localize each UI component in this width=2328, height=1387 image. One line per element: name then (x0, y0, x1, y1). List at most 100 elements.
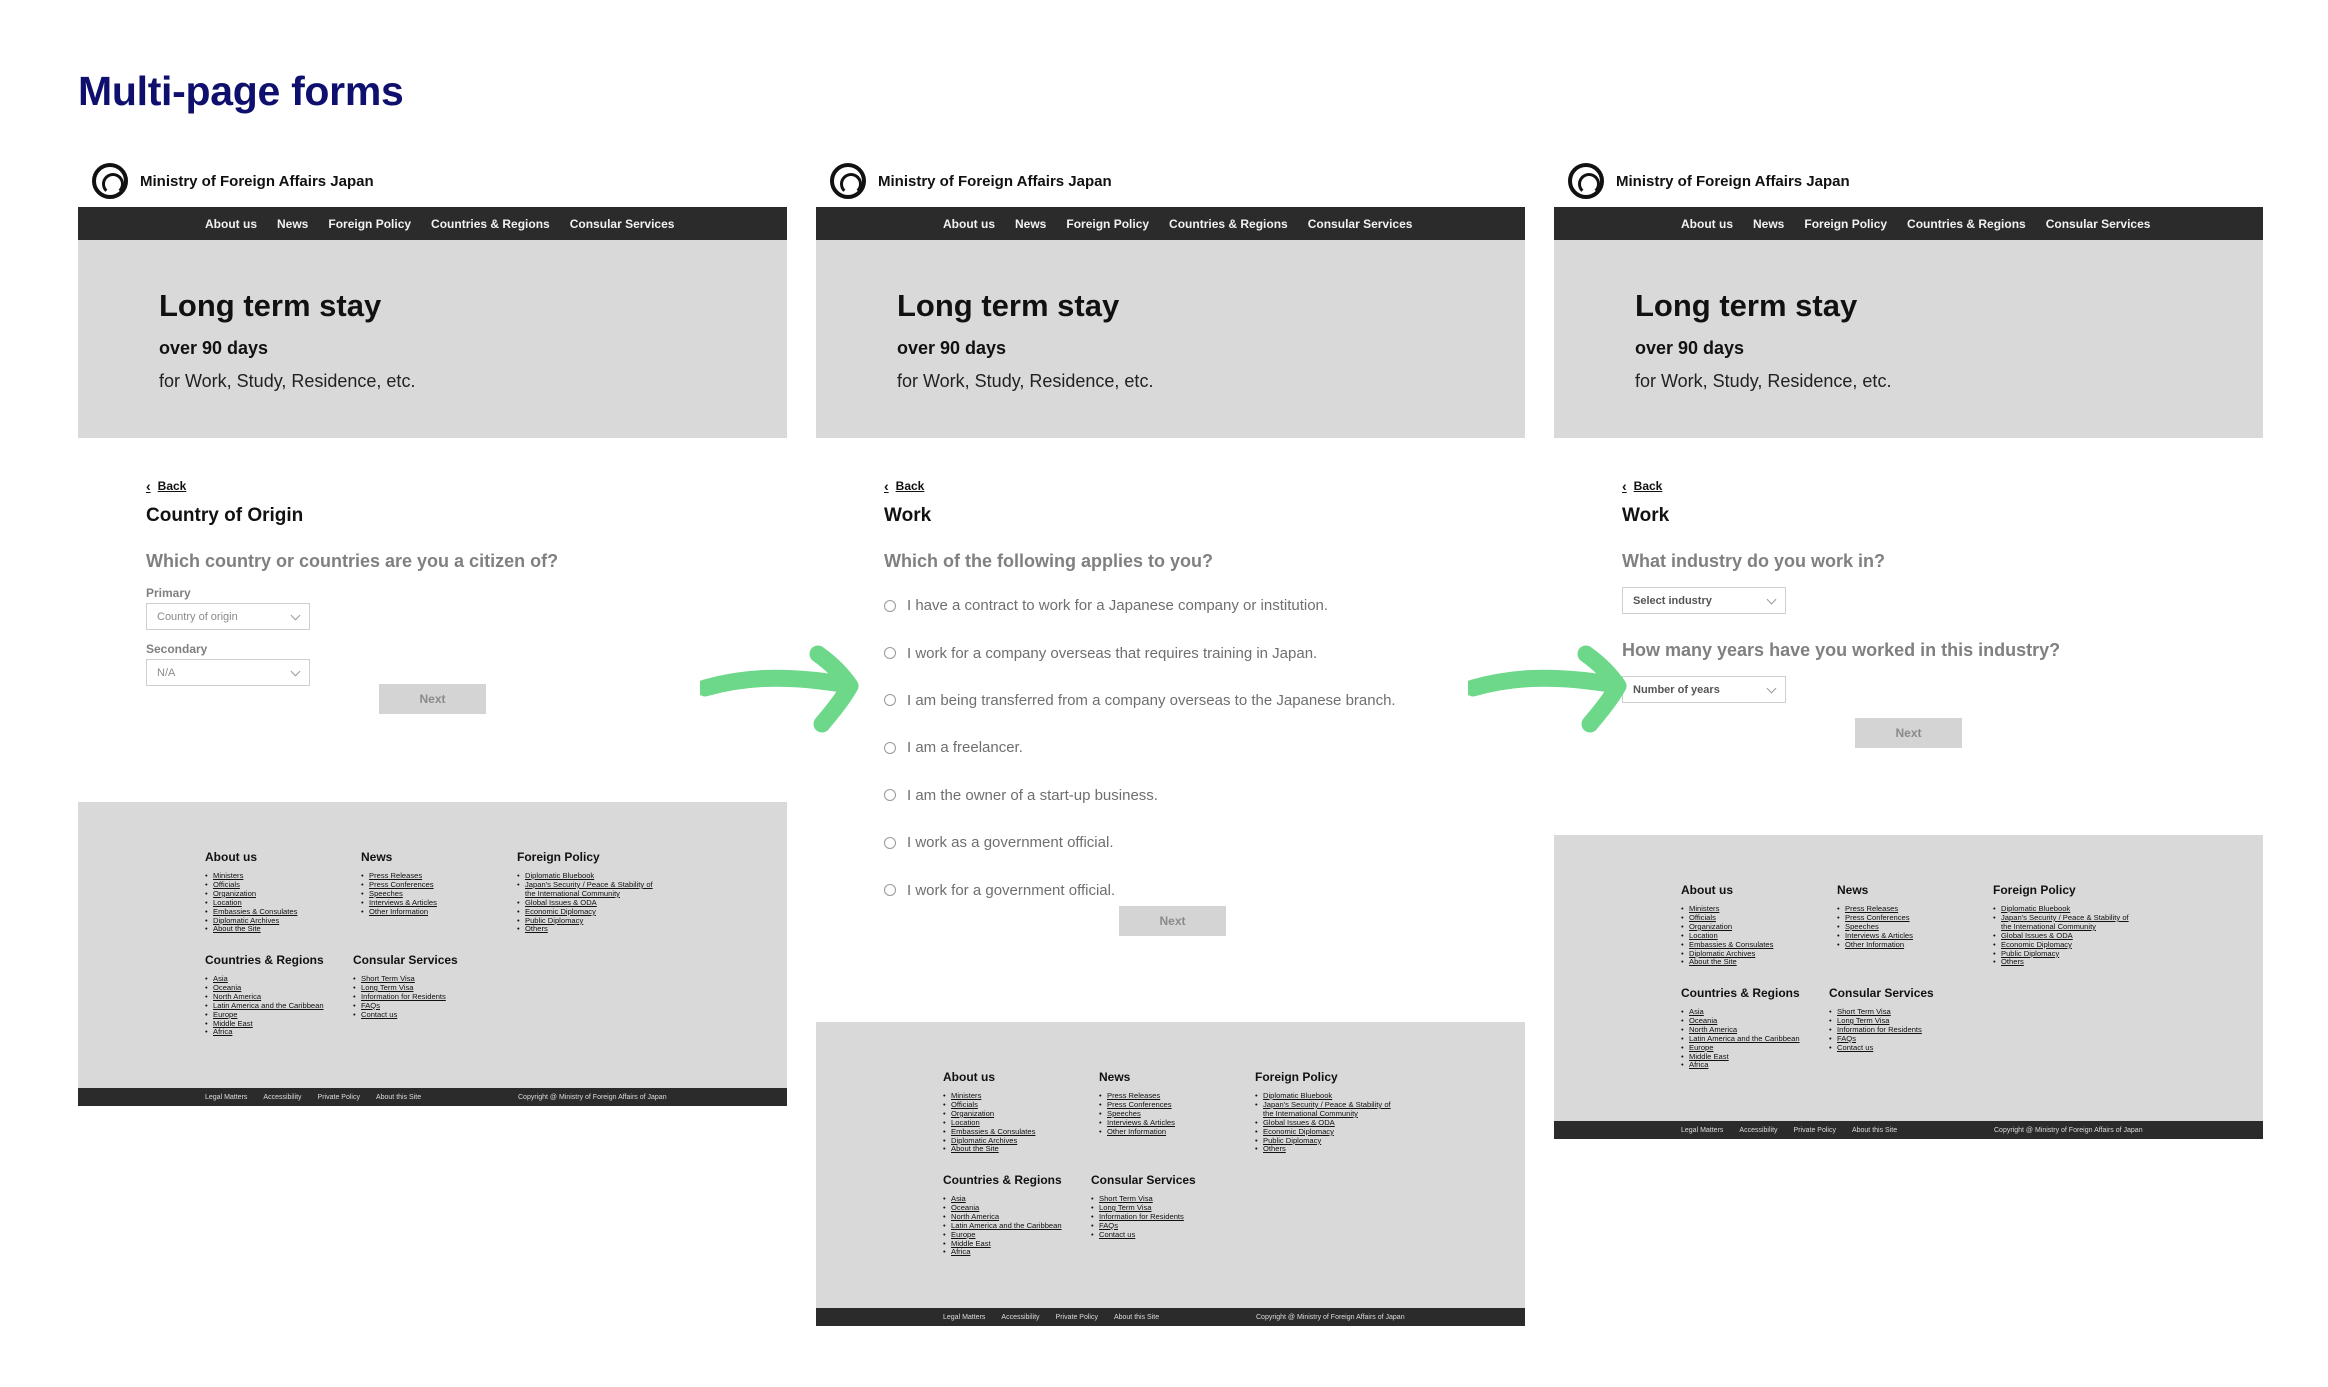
nav-item-news[interactable]: News (1015, 217, 1046, 231)
hero-banner: Long term stay over 90 days for Work, St… (78, 240, 787, 438)
footer-link[interactable]: Contact us (1829, 1043, 1934, 1053)
footer-heading: Consular Services (1091, 1173, 1196, 1187)
footer-link[interactable]: Others (1255, 1145, 1391, 1155)
footer-bottom-link[interactable]: Accessibility (263, 1094, 301, 1101)
form-content: ‹ Back Work Which of the following applie… (816, 438, 1525, 1022)
footer-link[interactable]: Others (517, 925, 653, 935)
radio-button[interactable] (884, 741, 896, 754)
radio-option[interactable]: I work for a company overseas that requi… (884, 629, 1525, 676)
hero-title: Long term stay (159, 288, 382, 323)
site-footer: About us Ministers Officials Organizatio… (816, 1022, 1525, 1326)
footer-link[interactable]: About the Site (205, 925, 297, 935)
nav-item-foreign-policy[interactable]: Foreign Policy (1066, 217, 1149, 231)
footer-bottom-link[interactable]: About this Site (1852, 1127, 1897, 1134)
radio-button[interactable] (884, 599, 896, 612)
footer-link[interactable]: Contact us (353, 1010, 458, 1020)
hero-description: for Work, Study, Residence, etc. (1635, 371, 1892, 391)
footer-bottom-link[interactable]: Private Policy (1794, 1127, 1836, 1134)
radio-option[interactable]: I am being transferred from a company ov… (884, 677, 1525, 724)
site-header: Ministry of Foreign Affairs Japan (1554, 155, 2263, 207)
copyright: Copyright @ Ministry of Foreign Affairs … (518, 1093, 667, 1101)
footer-link[interactable]: Contact us (1091, 1230, 1196, 1240)
radio-option[interactable]: I have a contract to work for a Japanese… (884, 582, 1525, 629)
radio-button[interactable] (884, 647, 896, 660)
nav-item-about-us[interactable]: About us (205, 217, 257, 231)
primary-country-value: Country of origin (157, 610, 238, 623)
footer-link[interactable]: Africa (205, 1028, 324, 1038)
radio-label: I am the owner of a start-up business. (907, 786, 1158, 804)
nav-item-countries-regions[interactable]: Countries & Regions (1907, 217, 2026, 231)
ministry-logo-icon (92, 163, 128, 199)
radio-button[interactable] (884, 884, 896, 897)
radio-button[interactable] (884, 836, 896, 849)
chevron-down-icon (290, 666, 301, 676)
footer-bottom-link[interactable]: Accessibility (1739, 1127, 1777, 1134)
secondary-country-select[interactable]: N/A (146, 659, 310, 686)
nav-item-news[interactable]: News (277, 217, 308, 231)
nav-item-consular-services[interactable]: Consular Services (1308, 217, 1413, 231)
copyright: Copyright @ Ministry of Foreign Affairs … (1994, 1126, 2143, 1134)
nav-item-about-us[interactable]: About us (943, 217, 995, 231)
nav-item-countries-regions[interactable]: Countries & Regions (1169, 217, 1288, 231)
nav-item-news[interactable]: News (1753, 217, 1784, 231)
nav-item-consular-services[interactable]: Consular Services (570, 217, 675, 231)
hero-subtitle: over 90 days (1635, 338, 1745, 358)
chevron-left-icon: ‹ (1622, 478, 1627, 494)
footer-link[interactable]: About the Site (943, 1145, 1035, 1155)
form-content: ‹ Back Country of Origin Which country or… (78, 438, 787, 802)
radio-button[interactable] (884, 694, 896, 707)
main-nav: About us News Foreign Policy Countries &… (78, 207, 787, 240)
footer-link[interactable]: Africa (1681, 1061, 1800, 1071)
hero-description: for Work, Study, Residence, etc. (897, 371, 1154, 391)
footer-heading: Foreign Policy (1255, 1070, 1338, 1084)
site-name: Ministry of Foreign Affairs Japan (1616, 172, 1850, 190)
footer-link[interactable]: Africa (943, 1248, 1062, 1258)
industry-select[interactable]: Select industry (1622, 587, 1786, 614)
back-link[interactable]: ‹ Back (146, 478, 186, 494)
nav-item-foreign-policy[interactable]: Foreign Policy (1804, 217, 1887, 231)
footer-link[interactable]: Other Information (1099, 1127, 1175, 1137)
hero-description: for Work, Study, Residence, etc. (159, 371, 416, 391)
footer-bottom-link[interactable]: Accessibility (1001, 1314, 1039, 1321)
back-link[interactable]: ‹ Back (1622, 478, 1662, 494)
radio-option[interactable]: I am the owner of a start-up business. (884, 772, 1525, 819)
nav-item-foreign-policy[interactable]: Foreign Policy (328, 217, 411, 231)
next-button[interactable]: Next (1119, 906, 1226, 936)
site-name: Ministry of Foreign Affairs Japan (878, 172, 1112, 190)
main-nav: About us News Foreign Policy Countries &… (1554, 207, 2263, 240)
footer-heading: News (1837, 883, 1869, 897)
hero-title: Long term stay (1635, 288, 1858, 323)
radio-label: I am being transferred from a company ov… (907, 691, 1396, 709)
primary-country-select[interactable]: Country of origin (146, 603, 310, 630)
next-button[interactable]: Next (1855, 718, 1962, 748)
footer-bottom-link[interactable]: Legal Matters (943, 1314, 985, 1321)
options-group: I have a contract to work for a Japanese… (884, 582, 1525, 914)
footer-link[interactable]: Others (1993, 958, 2129, 968)
footer-link[interactable]: Other Information (1837, 940, 1913, 950)
footer-bottom-link[interactable]: About this Site (376, 1094, 421, 1101)
radio-button[interactable] (884, 789, 896, 802)
radio-label: I have a contract to work for a Japanese… (907, 597, 1329, 615)
footer-bottom-link[interactable]: Legal Matters (1681, 1127, 1723, 1134)
footer-bottom-link[interactable]: Private Policy (1056, 1314, 1098, 1321)
footer-link[interactable]: About the Site (1681, 958, 1773, 968)
hero-title: Long term stay (897, 288, 1120, 323)
footer-bottom-link[interactable]: Legal Matters (205, 1094, 247, 1101)
radio-label: I am a freelancer. (907, 739, 1023, 757)
next-button[interactable]: Next (379, 684, 486, 714)
back-label: Back (157, 479, 187, 493)
radio-option[interactable]: I am a freelancer. (884, 724, 1525, 771)
back-link[interactable]: ‹ Back (884, 478, 924, 494)
radio-option[interactable]: I work as a government official. (884, 819, 1525, 866)
footer-bottom-link[interactable]: Private Policy (318, 1094, 360, 1101)
footer-link[interactable]: Other Information (361, 907, 437, 917)
nav-item-countries-regions[interactable]: Countries & Regions (431, 217, 550, 231)
nav-item-consular-services[interactable]: Consular Services (2046, 217, 2151, 231)
footer-heading: About us (943, 1070, 995, 1084)
hero-banner: Long term stay over 90 days for Work, St… (1554, 240, 2263, 438)
form-content: ‹ Back Work What industry do you work in?… (1554, 438, 2263, 835)
footer-bar: Legal Matters Accessibility Private Poli… (78, 1088, 787, 1106)
nav-item-about-us[interactable]: About us (1681, 217, 1733, 231)
footer-bottom-link[interactable]: About this Site (1114, 1314, 1159, 1321)
footer-col-policy: Foreign Policy Diplomatic Bluebook Japan… (517, 850, 653, 934)
